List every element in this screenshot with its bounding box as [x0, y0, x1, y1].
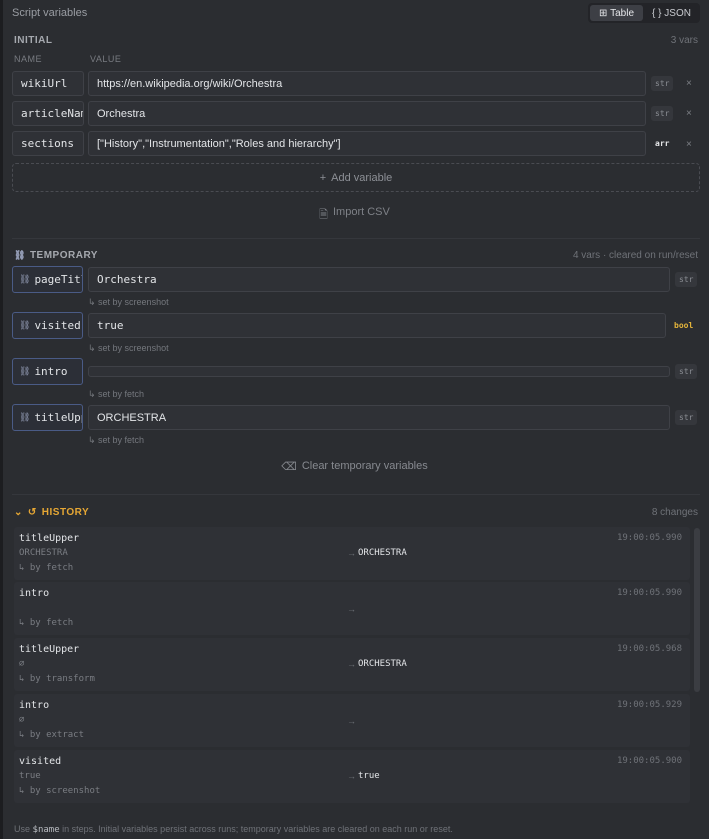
- history-source: ↳ by transform: [19, 674, 95, 684]
- temp-var-name[interactable]: ⛓pageTitle: [12, 266, 83, 293]
- type-badge: bool: [674, 321, 694, 330]
- var-value-input[interactable]: Orchestra: [88, 101, 646, 126]
- history-source: ↳ by screenshot: [19, 786, 101, 796]
- section-divider: [12, 494, 700, 495]
- history-entry: titleUpper ∅ ↳ by transform → ORCHESTRA …: [14, 638, 690, 691]
- name-column-header: NAME: [14, 54, 43, 64]
- view-toggle: ⊞ Table { } JSON: [588, 3, 700, 23]
- arrow-right-icon: →: [347, 604, 356, 614]
- history-new-value: true: [358, 771, 380, 781]
- table-icon: ⊞: [598, 7, 611, 19]
- file-import-icon: 🗎: [319, 209, 328, 221]
- link-icon: ⛓: [14, 250, 26, 260]
- section-divider: [12, 238, 700, 239]
- temp-var-value[interactable]: Orchestra: [88, 267, 670, 292]
- left-edge: [0, 0, 3, 839]
- var-name-input[interactable]: articleName: [12, 101, 84, 126]
- remove-var-button[interactable]: ×: [686, 139, 692, 150]
- arrow-right-icon: →: [347, 716, 356, 726]
- plus-icon: +: [319, 171, 327, 184]
- eraser-icon: ⌫: [281, 461, 297, 473]
- value-column-header: VALUE: [90, 54, 122, 64]
- history-timestamp: 19:00:05.990: [616, 588, 682, 598]
- type-badge[interactable]: str: [651, 76, 674, 91]
- history-icon: ↺: [27, 507, 37, 518]
- var-name-input[interactable]: sections: [12, 131, 84, 156]
- temp-var-value[interactable]: ORCHESTRA: [88, 405, 670, 430]
- history-entry: intro ∅ ↳ by extract → 19:00:05.929: [14, 694, 690, 747]
- link-icon: ⛓: [19, 320, 31, 331]
- panel-title: Script variables: [12, 7, 88, 19]
- history-var-name: intro: [19, 700, 50, 711]
- history-source: ↳ by fetch: [19, 563, 74, 573]
- initial-section-title: INITIAL: [14, 35, 53, 46]
- history-timestamp: 19:00:05.990: [616, 533, 682, 543]
- history-new-value: ORCHESTRA: [358, 548, 407, 558]
- set-by-label: ↳ set by fetch: [88, 435, 145, 445]
- arrow-right-icon: →: [347, 548, 356, 558]
- history-old-value: true: [19, 771, 41, 781]
- temporary-section-title: ⛓ TEMPORARY: [14, 250, 98, 261]
- history-entry: visited true ↳ by screenshot → true 19:0…: [14, 750, 690, 803]
- var-value-input[interactable]: https://en.wikipedia.org/wiki/Orchestra: [88, 71, 646, 96]
- history-var-name: titleUpper: [19, 533, 80, 544]
- history-timestamp: 19:00:05.968: [616, 644, 682, 654]
- type-badge: str: [675, 410, 698, 425]
- history-section-toggle[interactable]: ⌄ ↺ HISTORY: [14, 507, 89, 518]
- history-old-value: ∅: [19, 659, 25, 669]
- arrow-right-icon: →: [347, 659, 356, 669]
- type-badge: str: [675, 272, 698, 287]
- temp-var-name[interactable]: ⛓ intro: [12, 358, 83, 385]
- remove-var-button[interactable]: ×: [686, 78, 692, 89]
- history-change-count: 8 changes: [651, 507, 698, 518]
- history-old-value: ∅: [19, 715, 25, 725]
- history-new-value: ORCHESTRA: [358, 659, 407, 669]
- import-csv-button[interactable]: 🗎 Import CSV: [0, 206, 709, 225]
- footer-hint: Use $name in steps. Initial variables pe…: [14, 824, 453, 835]
- arrow-right-icon: →: [347, 771, 356, 781]
- var-name-input[interactable]: wikiUrl: [12, 71, 84, 96]
- chevron-down-icon: ⌄: [14, 507, 23, 518]
- history-var-name: titleUpper: [19, 644, 80, 655]
- history-old-value: ORCHESTRA: [19, 548, 68, 558]
- add-variable-button[interactable]: + Add variable: [12, 163, 700, 192]
- set-by-label: ↳ set by screenshot: [88, 297, 169, 307]
- link-icon: ⛓: [19, 412, 31, 423]
- type-badge[interactable]: str: [651, 106, 674, 121]
- link-icon: ⛓: [19, 274, 31, 285]
- type-badge[interactable]: arr: [651, 136, 673, 151]
- history-var-name: visited: [19, 756, 62, 767]
- initial-var-count: 3 vars: [670, 35, 698, 46]
- type-badge: str: [675, 364, 698, 379]
- temp-var-value[interactable]: true: [88, 313, 666, 338]
- history-var-name: intro: [19, 588, 50, 599]
- history-entry: titleUpper ORCHESTRA ↳ by fetch → ORCHES…: [14, 527, 690, 580]
- history-entry: intro ↳ by fetch → 19:00:05.990: [14, 582, 690, 635]
- set-by-label: ↳ set by fetch: [88, 389, 145, 399]
- temporary-subtitle: 4 vars · cleared on run/reset: [572, 250, 698, 261]
- json-view-button[interactable]: { } JSON: [645, 5, 698, 21]
- temp-var-name[interactable]: ⛓titleUpper: [12, 404, 83, 431]
- history-source: ↳ by fetch: [19, 618, 74, 628]
- temp-var-name[interactable]: ⛓ visited: [12, 312, 83, 339]
- history-timestamp: 19:00:05.900: [616, 756, 682, 766]
- clear-temporary-button[interactable]: ⌫ Clear temporary variables: [0, 460, 709, 473]
- braces-icon: { }: [652, 7, 665, 19]
- variable-syntax-code: $name: [32, 825, 60, 835]
- set-by-label: ↳ set by screenshot: [88, 343, 169, 353]
- link-icon: ⛓: [19, 366, 31, 377]
- history-source: ↳ by extract: [19, 730, 85, 740]
- table-view-button[interactable]: ⊞ Table: [590, 5, 643, 21]
- history-timestamp: 19:00:05.929: [616, 700, 682, 710]
- history-scrollbar[interactable]: [694, 528, 700, 692]
- temp-var-value[interactable]: [88, 366, 670, 377]
- var-value-input[interactable]: ["History","Instrumentation","Roles and …: [88, 131, 646, 156]
- remove-var-button[interactable]: ×: [686, 108, 692, 119]
